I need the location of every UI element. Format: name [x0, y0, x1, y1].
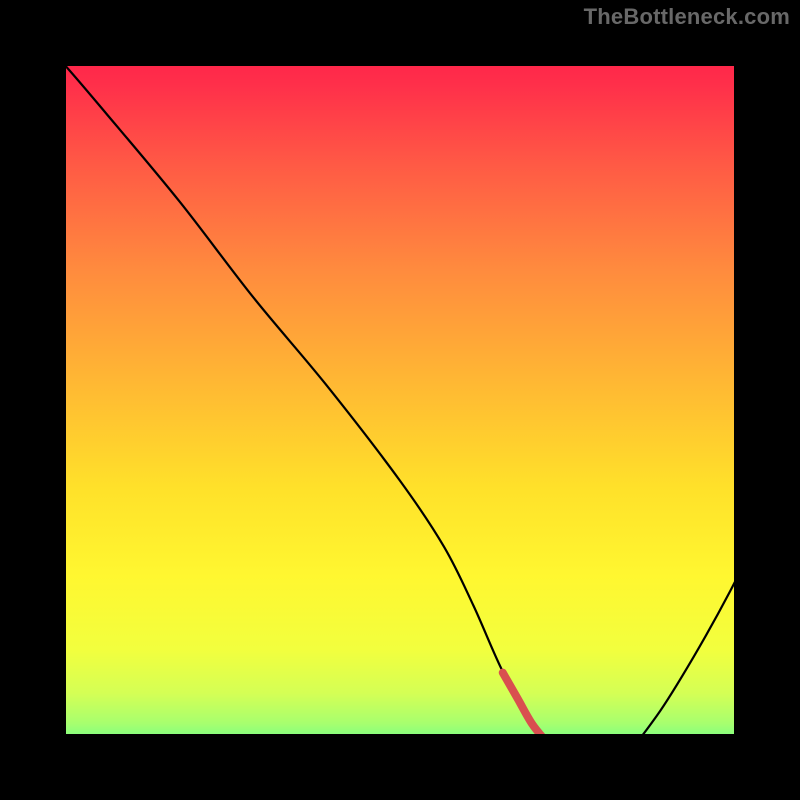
watermark-text: TheBottleneck.com — [584, 4, 790, 30]
bottleneck-chart — [0, 0, 800, 800]
chart-frame: TheBottleneck.com — [0, 0, 800, 800]
plot-background — [33, 33, 767, 767]
